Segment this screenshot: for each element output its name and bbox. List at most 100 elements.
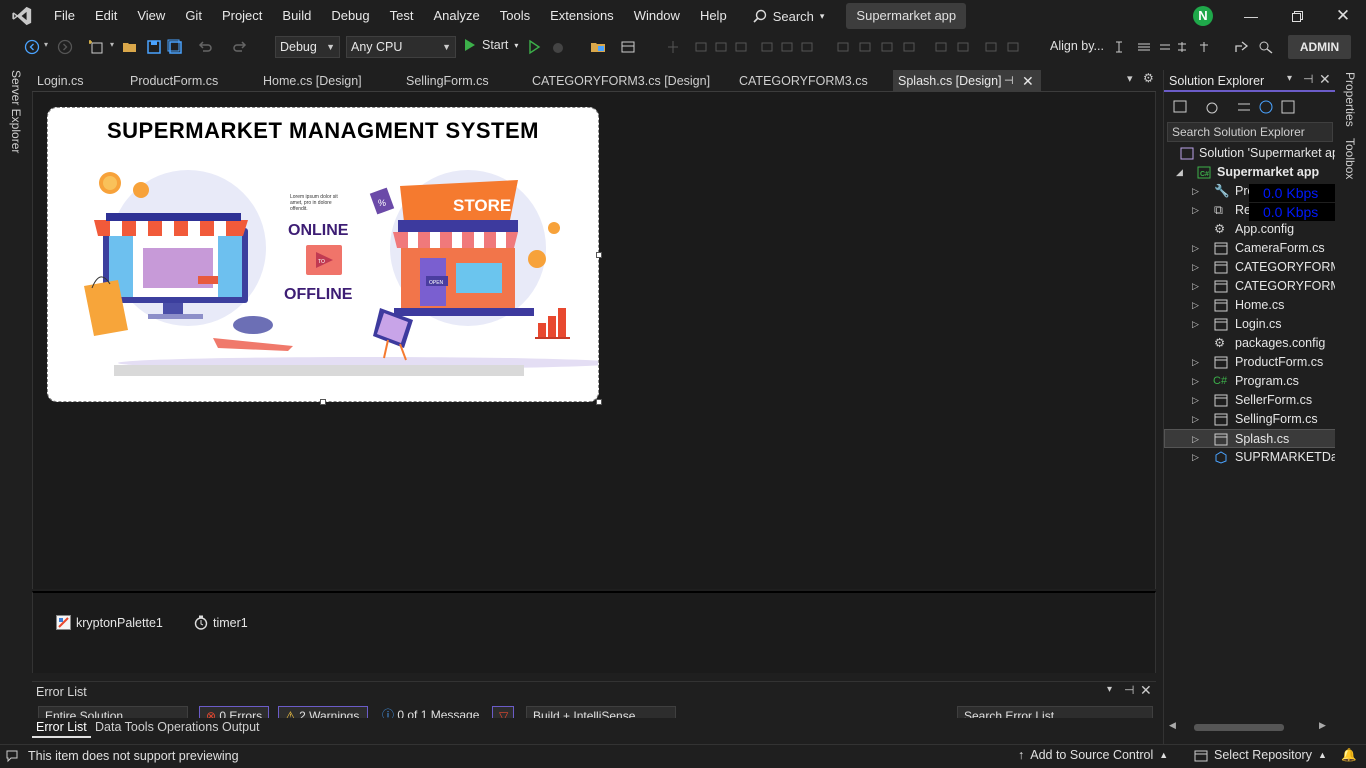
start-without-debugging-icon[interactable] — [526, 39, 542, 55]
folder-browse-icon[interactable] — [590, 39, 606, 55]
toolbox-tab[interactable]: Toolbox — [1343, 138, 1357, 179]
menu-extensions[interactable]: Extensions — [540, 0, 624, 32]
notifications-bell-icon[interactable]: 🔔 — [1341, 748, 1357, 763]
tree-item-dataset[interactable]: ▷ SUPRMARKETDataSet.xsd — [1164, 448, 1336, 467]
expand-arrow-icon[interactable]: ▷ — [1192, 277, 1199, 296]
solution-explorer-toolbar[interactable] — [1172, 98, 1332, 116]
expand-arrow-icon[interactable]: ▷ — [1192, 372, 1199, 391]
server-explorer-tab[interactable]: Server Explorer — [9, 70, 23, 153]
tray-item-timer[interactable]: timer1 — [194, 615, 248, 630]
redo-icon[interactable] — [232, 39, 248, 55]
menu-window[interactable]: Window — [624, 0, 690, 32]
expand-arrow-icon[interactable]: ▷ — [1192, 410, 1199, 429]
settings-gear-icon[interactable]: ⚙ — [1143, 71, 1154, 85]
menu-debug[interactable]: Debug — [321, 0, 379, 32]
pin-icon[interactable]: ⊣ — [1303, 72, 1313, 86]
scrollbar-thumb[interactable] — [1194, 724, 1284, 731]
tab-data-tools-operations[interactable]: Data Tools Operations — [91, 718, 222, 738]
menu-project[interactable]: Project — [212, 0, 272, 32]
close-panel-icon[interactable]: ✕ — [1319, 71, 1331, 88]
tab-error-list[interactable]: Error List — [32, 718, 91, 738]
splash-form[interactable]: SUPERMARKET MANAGMENT SYSTEM Lorem ipsum… — [47, 107, 599, 402]
tab-sellingform-cs[interactable]: SellingForm.cs — [401, 70, 526, 92]
close-window-button[interactable]: ✕ — [1320, 0, 1366, 32]
layout-toolbar-icon[interactable] — [620, 39, 636, 55]
feedback-icon[interactable] — [1258, 39, 1274, 55]
tree-solution-node[interactable]: Solution 'Supermarket app' — [1164, 144, 1336, 163]
collapse-arrow-icon[interactable]: ◢ — [1176, 163, 1183, 182]
tree-item-categoryform[interactable]: ▷ CATEGORYFORM.cs — [1164, 258, 1336, 277]
align-by-button[interactable]: Align by... — [1050, 39, 1104, 53]
scroll-left-icon[interactable]: ◀ — [1169, 720, 1176, 731]
alignment-tools-group[interactable] — [694, 40, 824, 54]
expand-arrow-icon[interactable]: ▷ — [1192, 315, 1199, 334]
tree-item-categoryform3[interactable]: ▷ CATEGORYFORM3.cs — [1164, 277, 1336, 296]
tree-item-sellingform[interactable]: ▷ SellingForm.cs — [1164, 410, 1336, 429]
expand-arrow-icon[interactable]: ▷ — [1192, 258, 1199, 277]
expand-arrow-icon[interactable]: ▷ — [1192, 201, 1199, 220]
menu-git[interactable]: Git — [175, 0, 212, 32]
tab-productform-cs[interactable]: ProductForm.cs — [125, 70, 253, 92]
tree-project-node[interactable]: ◢ C# Supermarket app — [1164, 163, 1336, 182]
user-avatar[interactable]: N — [1193, 6, 1213, 26]
pin-icon[interactable]: ⊣ — [1004, 70, 1014, 92]
tree-item-login[interactable]: ▷ Login.cs — [1164, 315, 1336, 334]
expand-arrow-icon[interactable]: ▷ — [1192, 448, 1199, 467]
tab-categoryform3-cs[interactable]: CATEGORYFORM3.cs — [734, 70, 889, 92]
admin-button[interactable]: ADMIN — [1288, 35, 1351, 59]
tree-item-cameraform[interactable]: ▷ CameraForm.cs — [1164, 239, 1336, 258]
tree-item-app-config[interactable]: ⚙ App.config — [1164, 220, 1336, 239]
spacing-tools-group[interactable] — [836, 40, 1036, 54]
tab-splash-design[interactable]: Splash.cs [Design] ⊣ ✕ — [893, 70, 1041, 92]
panel-menu-icon[interactable]: ▾ — [1287, 73, 1292, 84]
tree-item-productform[interactable]: ▷ ProductForm.cs — [1164, 353, 1336, 372]
new-project-icon[interactable] — [89, 39, 105, 55]
expand-arrow-icon[interactable]: ▷ — [1192, 430, 1199, 447]
restore-button[interactable] — [1274, 0, 1320, 32]
add-to-source-control-button[interactable]: ↑ Add to Source Control ▲ — [1018, 748, 1168, 762]
menu-test[interactable]: Test — [380, 0, 424, 32]
close-tab-icon[interactable]: ✕ — [1022, 70, 1034, 92]
share-icon[interactable] — [1233, 39, 1249, 55]
properties-tab[interactable]: Properties — [1343, 72, 1357, 127]
panel-menu-icon[interactable]: ▾ — [1107, 684, 1112, 695]
resize-handle-bottom[interactable] — [320, 399, 326, 405]
menu-build[interactable]: Build — [272, 0, 321, 32]
tab-login-cs[interactable]: Login.cs — [32, 70, 122, 92]
tab-categoryform3-design[interactable]: CATEGORYFORM3.cs [Design] — [527, 70, 729, 92]
search-button[interactable]: Search ▾ — [743, 9, 835, 24]
text-format-tools-group[interactable] — [1116, 40, 1216, 54]
scroll-right-icon[interactable]: ▶ — [1319, 720, 1326, 731]
tab-output[interactable]: Output — [218, 718, 264, 738]
resize-handle-bottom-right[interactable] — [596, 399, 602, 405]
navigate-back-icon[interactable] — [24, 39, 40, 55]
resize-handle-right[interactable] — [596, 252, 602, 258]
chevron-down-icon[interactable]: ▾ — [110, 40, 114, 49]
expand-arrow-icon[interactable]: ▷ — [1192, 353, 1199, 372]
menu-help[interactable]: Help — [690, 0, 737, 32]
notification-icon[interactable] — [5, 749, 19, 763]
tree-item-sellerform[interactable]: ▷ SellerForm.cs — [1164, 391, 1336, 410]
tree-item-packages-config[interactable]: ⚙ packages.config — [1164, 334, 1336, 353]
align-grid-icon[interactable] — [665, 39, 681, 55]
navigate-forward-icon[interactable] — [57, 39, 73, 55]
menu-tools[interactable]: Tools — [490, 0, 540, 32]
menu-edit[interactable]: Edit — [85, 0, 127, 32]
expand-arrow-icon[interactable]: ▷ — [1192, 391, 1199, 410]
pin-icon[interactable]: ⊣ — [1124, 683, 1134, 697]
search-solution-explorer-input[interactable]: Search Solution Explorer — [1167, 122, 1333, 142]
tray-item-kryptonpalette[interactable]: kryptonPalette1 — [56, 615, 163, 630]
start-debugging-button[interactable]: Start ▾ — [464, 38, 518, 52]
expand-arrow-icon[interactable]: ▷ — [1192, 182, 1199, 201]
tree-item-program[interactable]: ▷ C# Program.cs — [1164, 372, 1336, 391]
solution-platform-select[interactable]: Any CPU ▼ — [346, 36, 456, 58]
menu-file[interactable]: File — [44, 0, 85, 32]
hot-reload-icon[interactable] — [550, 39, 566, 55]
visual-studio-logo-icon[interactable] — [0, 0, 44, 32]
tree-item-home[interactable]: ▷ Home.cs — [1164, 296, 1336, 315]
tab-home-design[interactable]: Home.cs [Design] — [258, 70, 396, 92]
select-repository-button[interactable]: Select Repository ▲ — [1194, 748, 1327, 762]
save-icon[interactable] — [146, 39, 162, 55]
open-file-icon[interactable] — [122, 39, 138, 55]
expand-arrow-icon[interactable]: ▷ — [1192, 239, 1199, 258]
